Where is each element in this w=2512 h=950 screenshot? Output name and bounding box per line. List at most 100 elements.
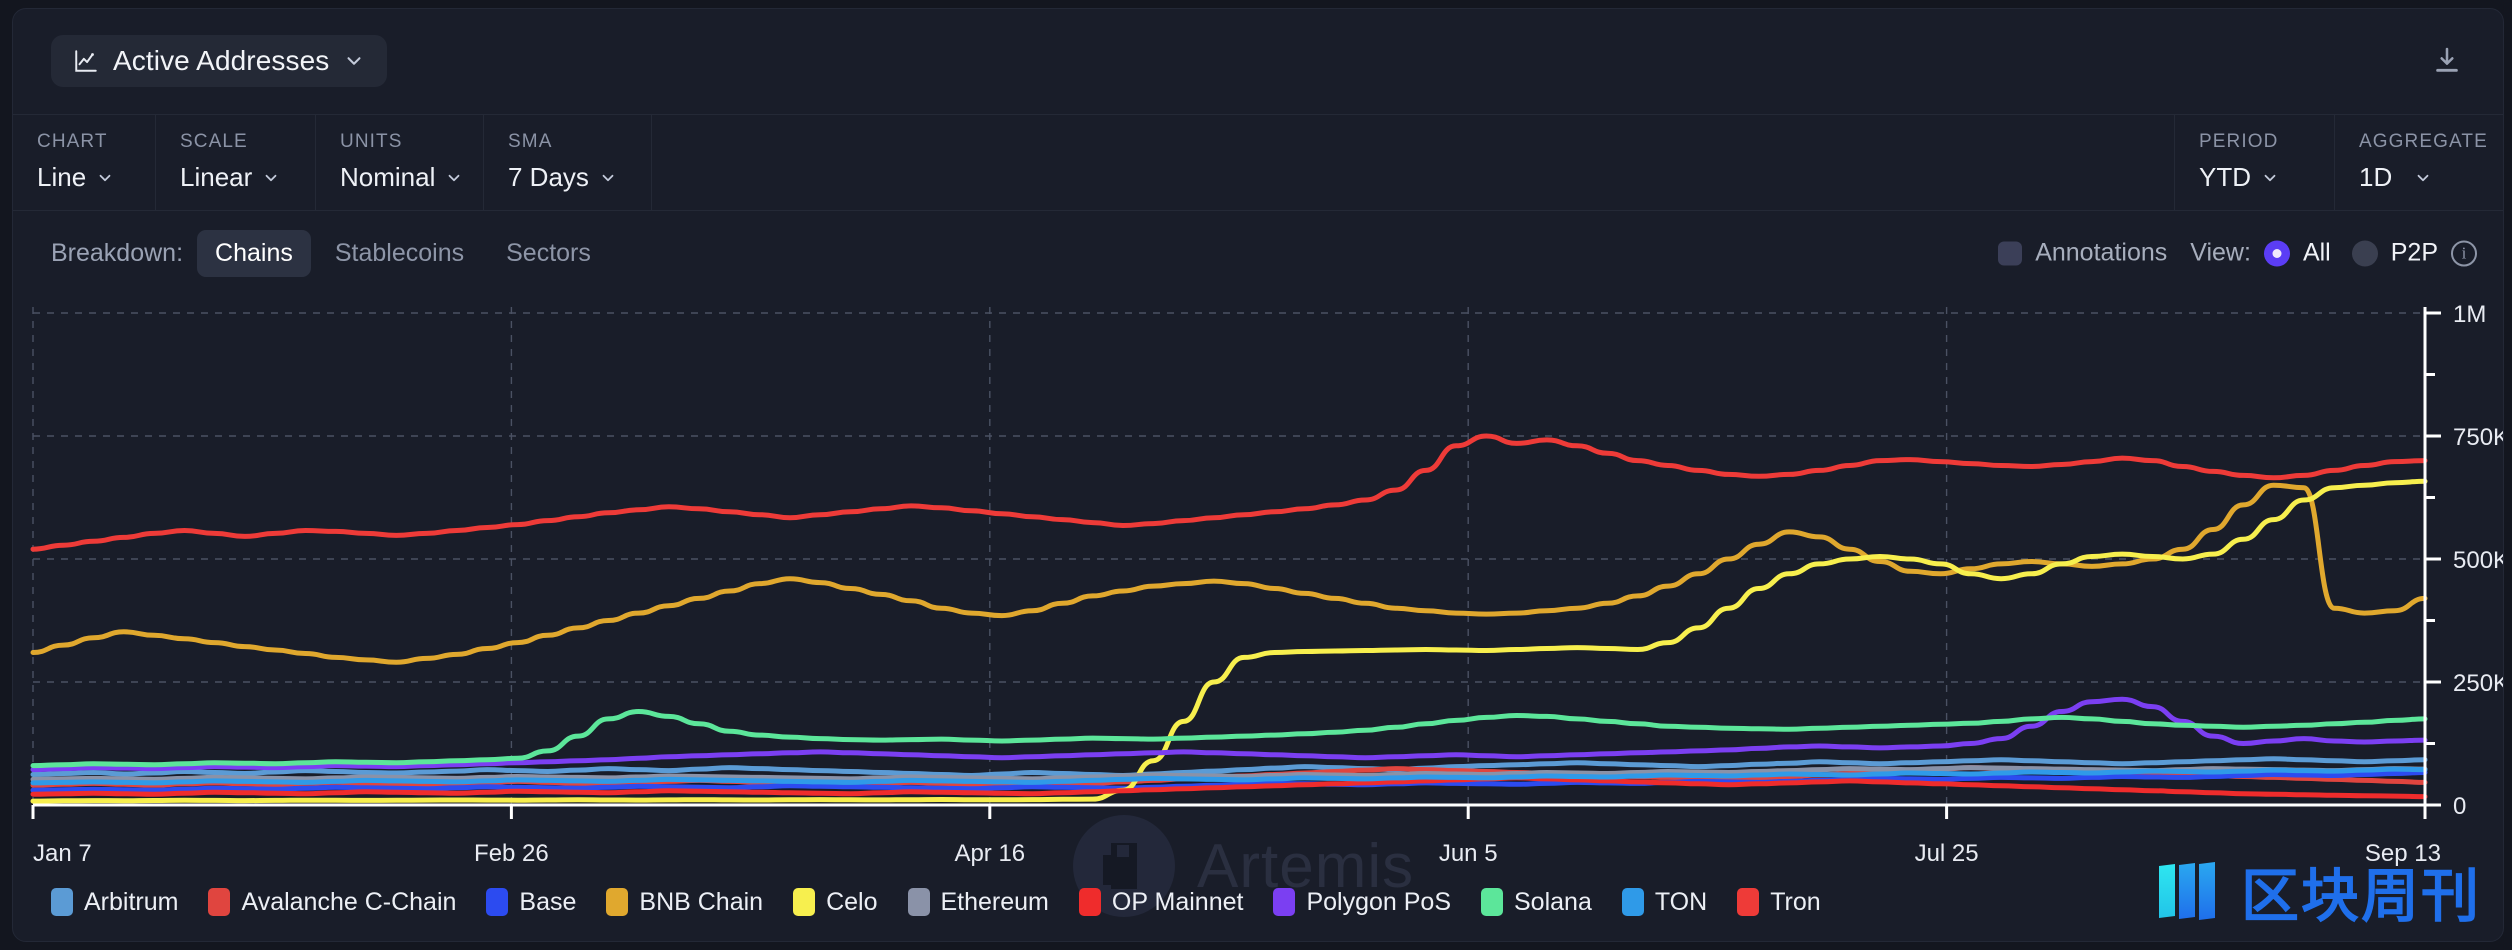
legend-label: Polygon PoS [1306,887,1451,916]
chart-card: Active Addresses CHART Line SCALE Linear… [12,8,2504,942]
legend-swatch [1078,888,1101,916]
legend-item-arbitrum[interactable]: Arbitrum [51,888,178,917]
legend-swatch [793,888,816,916]
view-radio-p2p[interactable] [2351,240,2378,266]
chevron-down-icon [2264,174,2276,181]
chart-legend: Arbitrum Avalanche C-Chain Base BNB Chain Ce… [13,863,2503,941]
view-option-p2p-label: P2P [2390,238,2438,267]
chart-plot-area: 0 250K 500K 750K 1M Jan 7 Feb 26 Apr 16 Jun 5 Jul… [13,295,2504,917]
control-sma[interactable]: SMA 7 Days [484,115,652,210]
legend-swatch [486,888,509,916]
control-units-caption: UNITS [340,131,403,152]
legend-item-bnb-chain[interactable]: BNB Chain [606,888,763,917]
breakdown-label: Breakdown: [51,238,184,267]
control-strip: CHART Line SCALE Linear UNITS Nominal SM… [13,115,2503,211]
breakdown-tab-stablecoins[interactable]: Stablecoins [317,230,482,277]
legend-swatch [1737,888,1760,916]
control-scale-value: Linear [180,162,253,192]
control-aggregate-caption: AGGREGATE [2359,131,2488,152]
control-chart-value-row: Line [37,162,155,193]
control-aggregate-value: 1D [2359,162,2393,192]
artemis-chart-app: Active Addresses CHART Line SCALE Linear… [0,0,2512,950]
series-line-tron [30,433,2428,552]
view-label: View: [2190,238,2251,267]
download-icon [2436,47,2458,72]
control-period-value: YTD [2199,162,2251,192]
legend-swatch [606,888,629,916]
control-units-value: Nominal [340,162,436,192]
legend-item-tron[interactable]: Tron [1737,887,1821,917]
series-line-bnb-chain [30,482,2428,665]
control-chart[interactable]: CHART Line [13,115,156,210]
brand-bars-icon [2158,862,2215,920]
view-controls: Annotations View: All P2P i [1998,239,2477,268]
control-sma-value: 7 Days [508,162,589,192]
control-chart-caption: CHART [37,131,108,152]
legend-item-op-mainnet[interactable]: OP Mainnet [1078,887,1244,917]
annotations-label: Annotations [2035,238,2168,267]
chevron-down-icon [99,174,111,181]
control-aggregate-value-row: 1D [2359,162,2503,193]
y-axis-tick-label: 1M [2453,301,2486,328]
control-scale[interactable]: SCALE Linear [156,115,316,210]
control-period-value-row: YTD [2199,162,2334,193]
control-sma-value-row: 7 Days [508,162,651,193]
control-period[interactable]: PERIOD YTD [2175,115,2335,210]
legend-label: Arbitrum [84,887,179,916]
legend-swatch [1481,888,1503,916]
control-chart-value: Line [37,162,87,192]
chevron-down-icon [2417,174,2429,181]
card-header: Active Addresses [13,9,2503,115]
legend-label: Celo [826,887,878,916]
breakdown-tab-sectors[interactable]: Sectors [488,230,609,277]
legend-item-ethereum[interactable]: Ethereum [907,887,1049,917]
legend-item-base[interactable]: Base [486,888,576,917]
legend-swatch [907,888,930,916]
y-axis-tick-label: 0 [2453,793,2466,820]
y-axis-tick-label: 750K [2453,424,2504,451]
breakdown-row: Breakdown: Chains Stablecoins Sectors An… [13,211,2503,295]
chevron-down-icon [448,174,460,181]
legend-label: Base [519,887,577,916]
legend-swatch [1273,888,1296,916]
legend-label: Avalanche C-Chain [241,887,457,916]
metric-selector[interactable]: Active Addresses [51,35,388,87]
chevron-down-icon [602,174,614,181]
y-axis-tick-label: 500K [2453,547,2504,574]
legend-label: OP Mainnet [1111,887,1244,916]
legend-swatch [51,888,73,916]
control-aggregate[interactable]: AGGREGATE 1D [2335,115,2503,210]
chart-svg[interactable]: 0250K500K750K1MJan 7 Feb 26 Apr 16 Jun 5 Jul… [13,295,2504,915]
breakdown-tab-chains[interactable]: Chains [197,229,311,277]
control-scale-value-row: Linear [180,162,315,193]
line-chart-icon [75,50,97,72]
legend-label: BNB Chain [639,887,764,916]
info-icon[interactable]: i [2451,240,2477,266]
view-radio-all[interactable] [2263,240,2290,266]
control-spacer [652,115,2175,210]
control-sma-caption: SMA [508,131,553,152]
legend-item-polygon-pos[interactable]: Polygon PoS [1273,888,1451,917]
view-option-all-label: All [2302,238,2331,267]
legend-label: Ethereum [940,887,1049,916]
legend-label: TON [1654,887,1708,916]
brand-logo: 区块周刊 [2155,849,2481,933]
legend-item-solana[interactable]: Solana [1481,888,1592,917]
brand-name: 区块周刊 [2240,862,2481,930]
control-units-value-row: Nominal [340,162,483,193]
legend-swatch [1621,888,1644,916]
control-period-caption: PERIOD [2199,131,2279,152]
control-units[interactable]: UNITS Nominal [316,115,484,210]
metric-label: Active Addresses [113,45,330,76]
legend-item-celo[interactable]: Celo [793,887,878,917]
download-button[interactable] [2421,35,2473,87]
chevron-down-icon [265,174,277,181]
legend-label: Solana [1514,887,1592,916]
legend-swatch [208,888,231,916]
breakdown-tabs: Chains Stablecoins Sectors [197,229,609,277]
legend-item-avalanche-c-chain[interactable]: Avalanche C-Chain [208,888,456,917]
legend-item-ton[interactable]: TON [1621,887,1708,917]
chevron-down-icon [347,57,361,65]
annotations-checkbox[interactable] [1998,241,2023,265]
legend-label: Tron [1770,887,1821,916]
